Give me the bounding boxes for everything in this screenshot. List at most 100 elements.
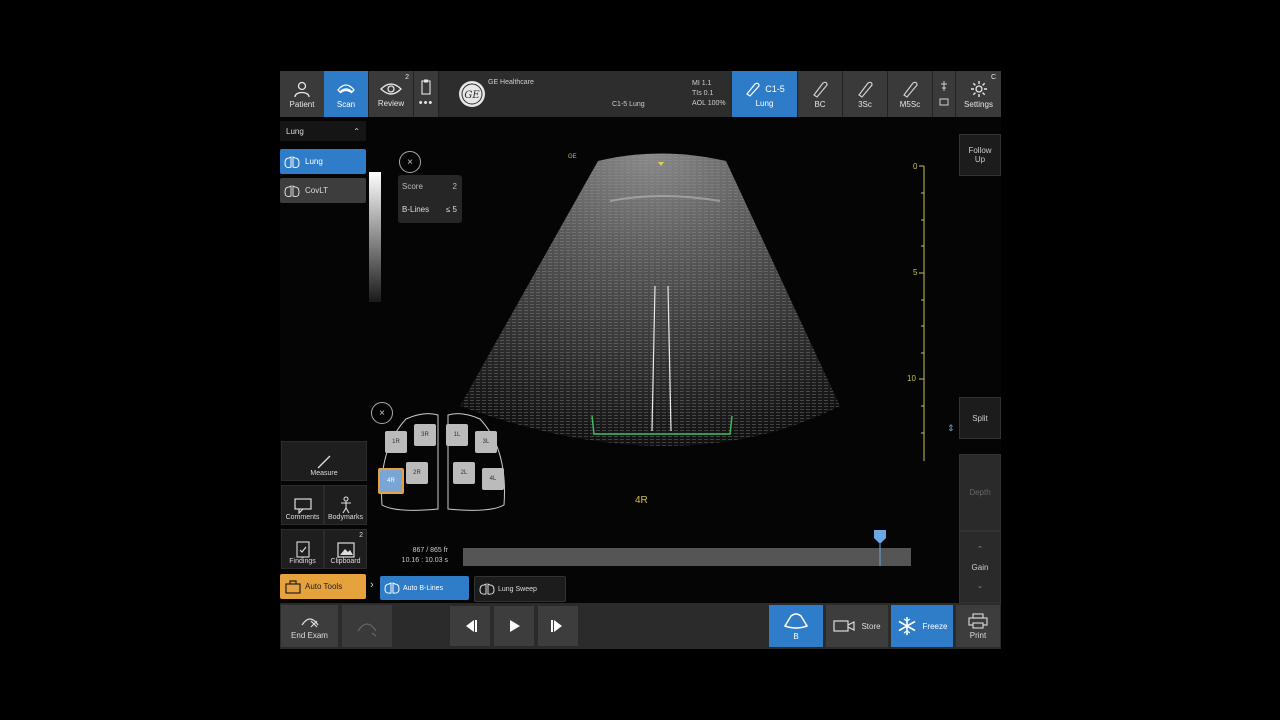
print-button[interactable]: Print bbox=[956, 605, 1000, 647]
probe-sub: Lung bbox=[755, 98, 774, 108]
probe-bc-button[interactable]: BC bbox=[798, 71, 843, 117]
active-zone-label: 4R bbox=[635, 495, 648, 506]
probe-icon bbox=[813, 81, 828, 98]
disabled-probe-button[interactable] bbox=[342, 605, 392, 647]
freeze-button[interactable]: Freeze bbox=[891, 605, 953, 647]
info-bar: GE GE Healthcare C1-5 Lung MI 1.1 TIs 0.… bbox=[440, 71, 730, 117]
b-lines-value: ≤ 5 bbox=[445, 205, 457, 214]
follow-up-label: Follow Up bbox=[968, 146, 992, 164]
tis-value: TIs 0.1 bbox=[692, 90, 714, 97]
lung-zones-diagram bbox=[381, 413, 505, 511]
review-button[interactable]: Review 2 bbox=[369, 71, 414, 117]
preset-dropdown[interactable]: Lung ⌃ bbox=[280, 121, 366, 141]
cine-slider-handle[interactable] bbox=[873, 530, 886, 571]
follow-up-button[interactable]: Follow Up bbox=[959, 134, 1001, 176]
probe-sub: 3Sc bbox=[858, 99, 872, 109]
zone-l4[interactable]: 4L bbox=[482, 468, 504, 490]
comment-icon bbox=[293, 498, 312, 514]
chevron-up-icon: ⌃ bbox=[977, 545, 983, 553]
auto-tools-button[interactable]: Auto Tools bbox=[280, 574, 366, 599]
preset-label: Lung bbox=[305, 157, 323, 166]
probe-sweep-icon bbox=[357, 623, 377, 637]
step-back-icon bbox=[466, 620, 477, 632]
preset-covlt-button[interactable]: CovLT bbox=[280, 178, 366, 203]
eye-icon bbox=[380, 82, 402, 95]
preset-header-label: Lung bbox=[286, 126, 304, 136]
svg-text:GE: GE bbox=[464, 90, 480, 101]
cine-marker-icon bbox=[873, 530, 886, 566]
findings-clipboard-icon bbox=[295, 541, 310, 558]
scan-probe-icon bbox=[337, 83, 355, 93]
probe-preset-text: C1-5 Lung bbox=[612, 101, 645, 108]
comments-button[interactable]: Comments bbox=[281, 485, 324, 525]
brand-name: GE Healthcare bbox=[488, 79, 534, 86]
settings-badge: C bbox=[990, 74, 996, 81]
cine-info: 867 / 865 fr 10.16 : 10.03 s bbox=[388, 546, 448, 566]
prev-frame-button[interactable] bbox=[450, 606, 490, 646]
gear-icon bbox=[970, 80, 987, 97]
patient-icon bbox=[294, 81, 310, 97]
printer-icon bbox=[968, 612, 988, 629]
freeze-label: Freeze bbox=[922, 621, 948, 631]
zone-r2[interactable]: 2R bbox=[406, 462, 428, 484]
lung-sweep-tab[interactable]: Lung Sweep bbox=[474, 576, 566, 602]
gain-label: Gain bbox=[971, 562, 989, 572]
preset-lung-button[interactable]: Lung bbox=[280, 149, 366, 174]
aol-value: AOL 100% bbox=[692, 100, 726, 107]
end-exam-button[interactable]: End Exam bbox=[281, 605, 338, 647]
close-icon[interactable]: × bbox=[399, 151, 421, 173]
bodymarks-button[interactable]: Bodymarks bbox=[324, 485, 367, 525]
clipboard-button[interactable]: Clipboard 2 bbox=[324, 529, 367, 569]
split-button[interactable]: Split bbox=[959, 397, 1001, 439]
settings-button[interactable]: Settings C bbox=[956, 71, 1001, 117]
depth-tick-5: 5 bbox=[913, 268, 918, 277]
acoustic-output: MI 1.1 TIs 0.1 AOL 100% bbox=[692, 79, 726, 109]
zone-r3[interactable]: 3R bbox=[414, 424, 436, 446]
zone-r1[interactable]: 1R bbox=[385, 431, 407, 453]
more-dots: ••• bbox=[418, 97, 434, 109]
split-label: Split bbox=[972, 413, 988, 423]
zone-l3[interactable]: 3L bbox=[475, 431, 497, 453]
patient-button[interactable]: Patient bbox=[280, 71, 325, 117]
auto-b-lines-tab[interactable]: Auto B-Lines bbox=[380, 576, 469, 600]
probe-connector-icon bbox=[939, 81, 949, 106]
chevron-down-icon: ⌄ bbox=[977, 582, 983, 590]
next-frame-button[interactable] bbox=[538, 606, 578, 646]
end-exam-label: End Exam bbox=[291, 630, 328, 640]
probe-m5sc-button[interactable]: M5Sc bbox=[888, 71, 933, 117]
split-arrows-icon: ⇕ bbox=[947, 423, 955, 433]
b-mode-button[interactable]: B bbox=[769, 605, 823, 647]
depth-control[interactable]: Depth bbox=[959, 454, 1001, 531]
store-label: Store bbox=[861, 621, 881, 631]
depth-label: Depth bbox=[969, 488, 991, 497]
zone-l2[interactable]: 2L bbox=[453, 462, 475, 484]
store-button[interactable]: Store bbox=[826, 605, 888, 647]
scan-label: Scan bbox=[336, 99, 356, 109]
b-mode-label: B bbox=[793, 631, 799, 641]
chevron-right-icon: › bbox=[370, 579, 374, 591]
ge-logo: GE bbox=[459, 81, 485, 107]
probe-3sc-button[interactable]: 3Sc bbox=[843, 71, 888, 117]
probe-c15-lung-button[interactable]: C1-5 Lung bbox=[732, 71, 798, 117]
measure-button[interactable]: Measure bbox=[281, 441, 367, 481]
snowflake-icon bbox=[898, 617, 915, 635]
cine-scrollbar[interactable] bbox=[463, 530, 911, 566]
end-exam-icon bbox=[300, 617, 319, 627]
zone-l1[interactable]: 1L bbox=[446, 424, 468, 446]
more-button[interactable]: ••• bbox=[414, 71, 439, 117]
score-label: Score bbox=[402, 182, 423, 191]
findings-button[interactable]: Findings bbox=[281, 529, 324, 569]
gain-control[interactable]: ⌃ Gain ⌄ bbox=[959, 531, 1001, 603]
auto-tools-label: Auto Tools bbox=[305, 582, 343, 591]
zone-r4-selected[interactable]: 4R bbox=[378, 468, 404, 494]
depth-scale bbox=[919, 165, 925, 461]
score-panel: Score 2 B-Lines ≤ 5 bbox=[398, 175, 462, 223]
probe-connect-button[interactable] bbox=[933, 71, 956, 117]
cine-frames: 867 / 865 fr bbox=[412, 547, 448, 554]
scan-button[interactable]: Scan bbox=[324, 71, 369, 117]
mi-value: MI 1.1 bbox=[692, 80, 712, 87]
comments-label: Comments bbox=[285, 514, 320, 521]
patient-label: Patient bbox=[289, 99, 315, 109]
play-button[interactable] bbox=[494, 606, 534, 646]
step-forward-icon bbox=[551, 620, 562, 632]
